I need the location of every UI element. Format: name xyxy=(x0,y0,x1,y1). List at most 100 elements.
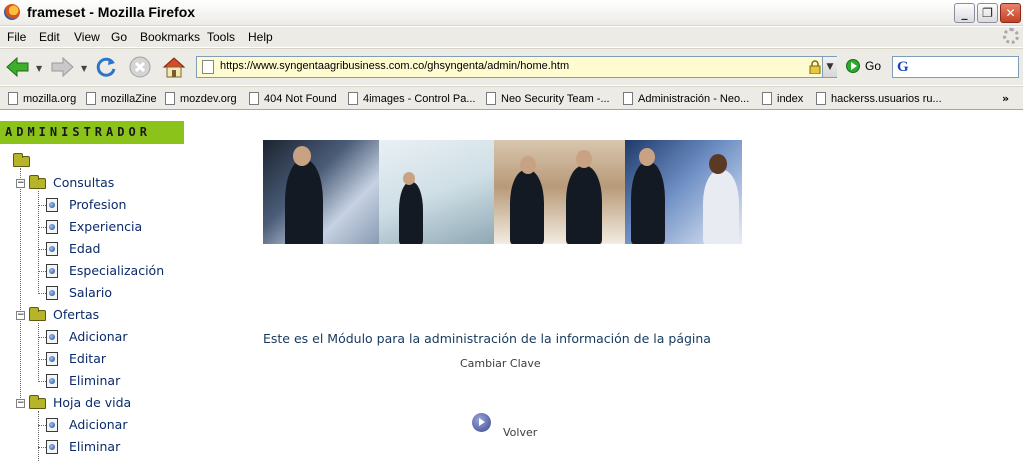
bookmark-item[interactable]: index xyxy=(762,92,803,105)
menu-edit[interactable]: Edit xyxy=(39,30,60,44)
url-dropdown-icon[interactable]: ▼ xyxy=(822,57,837,77)
url-bar[interactable]: https://www.syngentaagribusiness.com.co/… xyxy=(196,56,837,78)
tree-item-edad[interactable]: Edad xyxy=(69,241,100,256)
bookmark-item[interactable]: mozdev.org xyxy=(165,92,237,105)
bookmark-item[interactable]: hackerss.usuarios ru... xyxy=(816,92,942,105)
search-input[interactable]: G xyxy=(892,56,1019,78)
url-input[interactable]: https://www.syngentaagribusiness.com.co/… xyxy=(220,60,569,72)
document-icon[interactable] xyxy=(46,198,58,212)
banner-photo xyxy=(494,140,625,244)
tree-item-profesion[interactable]: Profesion xyxy=(69,197,126,212)
tree-connector xyxy=(38,205,46,206)
banner-photo xyxy=(263,140,379,244)
home-icon[interactable] xyxy=(160,53,188,81)
bookmark-page-icon xyxy=(816,92,826,105)
tree-connector xyxy=(38,249,46,250)
throbber-icon xyxy=(1003,28,1019,44)
document-icon[interactable] xyxy=(46,286,58,300)
bookmark-page-icon xyxy=(86,92,96,105)
menu-file[interactable]: File xyxy=(7,30,26,44)
maximize-button[interactable]: ❐ xyxy=(977,3,998,23)
tree-connector xyxy=(38,447,46,448)
tree-group-hoja-de-vida[interactable]: Hoja de vida xyxy=(53,395,131,410)
bookmark-item[interactable]: 404 Not Found xyxy=(249,92,337,105)
tree-connector xyxy=(38,425,46,426)
menu-view[interactable]: View xyxy=(74,30,100,44)
window-title: frameset - Mozilla Firefox xyxy=(27,4,196,20)
document-icon[interactable] xyxy=(46,242,58,256)
go-button[interactable]: Go xyxy=(846,59,881,73)
bookmark-page-icon xyxy=(762,92,772,105)
back-link[interactable]: Volver xyxy=(503,426,537,439)
back-play-icon[interactable] xyxy=(472,413,491,432)
minimize-button[interactable]: _ xyxy=(954,3,975,23)
menu-go[interactable]: Go xyxy=(111,30,127,44)
document-icon[interactable] xyxy=(46,330,58,344)
document-icon[interactable] xyxy=(46,352,58,366)
bookmarks-toolbar: mozilla.org mozillaZine mozdev.org 404 N… xyxy=(0,86,1023,110)
tree-item-ofertas-adicionar[interactable]: Adicionar xyxy=(69,329,127,344)
folder-icon[interactable] xyxy=(29,395,46,409)
tree-connector xyxy=(38,337,46,338)
folder-icon[interactable] xyxy=(29,175,46,189)
tree-item-ofertas-eliminar[interactable]: Eliminar xyxy=(69,373,120,388)
reload-icon[interactable] xyxy=(92,53,120,81)
lock-icon[interactable] xyxy=(809,60,821,75)
tree-connector xyxy=(38,271,46,272)
tree-item-salario[interactable]: Salario xyxy=(69,285,112,300)
menu-bar: File Edit View Go Bookmarks Tools Help xyxy=(0,27,1023,47)
bookmarks-overflow-button[interactable]: » xyxy=(1002,92,1009,105)
menu-tools[interactable]: Tools xyxy=(207,30,235,44)
menu-help[interactable]: Help xyxy=(248,30,273,44)
collapse-hoja-de-vida-icon[interactable]: − xyxy=(16,399,25,408)
forward-dropdown-icon[interactable]: ▼ xyxy=(81,64,87,73)
back-dropdown-icon[interactable]: ▼ xyxy=(36,64,42,73)
title-bar: frameset - Mozilla Firefox _ ❐ ✕ xyxy=(0,0,1023,26)
collapse-consultas-icon[interactable]: − xyxy=(16,179,25,188)
bookmark-page-icon xyxy=(8,92,18,105)
tree-item-hoja-eliminar[interactable]: Eliminar xyxy=(69,439,120,454)
document-icon[interactable] xyxy=(46,418,58,432)
tree-item-especializacion[interactable]: Especialización xyxy=(69,263,164,278)
tree-connector xyxy=(38,411,39,461)
tree-group-consultas[interactable]: Consultas xyxy=(53,175,114,190)
tree-item-experiencia[interactable]: Experiencia xyxy=(69,219,142,234)
bookmark-item[interactable]: Administración - Neo... xyxy=(623,92,749,105)
stop-icon[interactable] xyxy=(126,53,154,81)
tree-item-hoja-adicionar[interactable]: Adicionar xyxy=(69,417,127,432)
close-button[interactable]: ✕ xyxy=(1000,3,1021,23)
tree-connector xyxy=(38,323,39,382)
banner-photo xyxy=(379,140,494,244)
tree-connector xyxy=(20,168,21,404)
back-arrow-icon[interactable] xyxy=(4,53,32,81)
tree-connector xyxy=(38,227,46,228)
tree-connector xyxy=(38,359,46,360)
bookmark-item[interactable]: Neo Security Team -... xyxy=(486,92,610,105)
document-icon[interactable] xyxy=(46,264,58,278)
bookmark-item[interactable]: 4images - Control Pa... xyxy=(348,92,476,105)
document-icon[interactable] xyxy=(46,220,58,234)
folder-icon[interactable] xyxy=(29,307,46,321)
bookmark-page-icon xyxy=(165,92,175,105)
root-folder-icon[interactable] xyxy=(13,153,30,167)
bookmark-page-icon xyxy=(249,92,259,105)
page-icon xyxy=(202,60,214,74)
bookmark-item[interactable]: mozilla.org xyxy=(8,92,76,105)
document-icon[interactable] xyxy=(46,440,58,454)
tree-connector xyxy=(38,293,46,294)
change-password-link[interactable]: Cambiar Clave xyxy=(460,357,541,370)
welcome-message: Este es el Módulo para la administración… xyxy=(263,331,711,346)
forward-arrow-icon[interactable] xyxy=(48,53,76,81)
google-search-icon[interactable]: G xyxy=(897,59,909,76)
banner-photo xyxy=(625,140,742,244)
collapse-ofertas-icon[interactable]: − xyxy=(16,311,25,320)
admin-header: ADMINISTRADOR xyxy=(0,121,184,144)
bookmark-page-icon xyxy=(623,92,633,105)
menu-bookmarks[interactable]: Bookmarks xyxy=(140,30,200,44)
tree-item-ofertas-editar[interactable]: Editar xyxy=(69,351,106,366)
bookmark-page-icon xyxy=(348,92,358,105)
document-icon[interactable] xyxy=(46,374,58,388)
bookmark-item[interactable]: mozillaZine xyxy=(86,92,157,105)
tree-connector xyxy=(38,191,39,294)
tree-group-ofertas[interactable]: Ofertas xyxy=(53,307,99,322)
